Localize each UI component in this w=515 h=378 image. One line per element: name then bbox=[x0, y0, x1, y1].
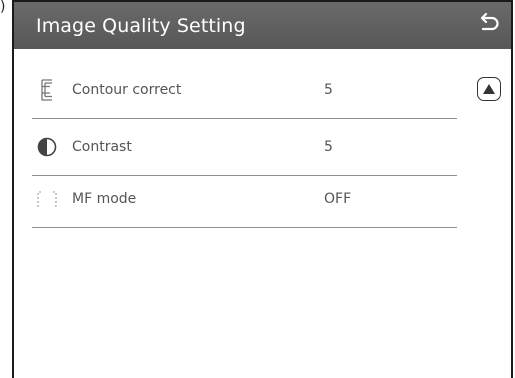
scroll-up-button[interactable] bbox=[477, 77, 501, 101]
contrast-icon bbox=[36, 134, 58, 160]
page-title: Image Quality Setting bbox=[36, 14, 246, 37]
setting-value: 5 bbox=[324, 82, 333, 98]
setting-row-contrast[interactable]: Contrast 5 bbox=[32, 119, 457, 176]
setting-row-contour-correct[interactable]: Contour correct 5 bbox=[32, 62, 457, 119]
settings-panel: Image Quality Setting Contour correct 5 … bbox=[12, 0, 513, 378]
setting-label: Contrast bbox=[72, 139, 132, 155]
scroll-up-triangle-icon bbox=[483, 84, 495, 94]
setting-value: 5 bbox=[324, 139, 333, 155]
back-button[interactable] bbox=[477, 10, 503, 38]
setting-label: MF mode bbox=[72, 191, 137, 207]
mf-mode-bracket-icon bbox=[36, 186, 58, 212]
setting-label: Contour correct bbox=[72, 82, 182, 98]
corner-mark: ) bbox=[0, 0, 6, 15]
setting-row-mf-mode[interactable]: MF mode OFF bbox=[32, 171, 457, 228]
title-bar: Image Quality Setting bbox=[14, 2, 511, 49]
contour-correct-icon bbox=[36, 77, 58, 103]
setting-value: OFF bbox=[324, 191, 352, 207]
return-arrow-icon bbox=[480, 13, 499, 31]
